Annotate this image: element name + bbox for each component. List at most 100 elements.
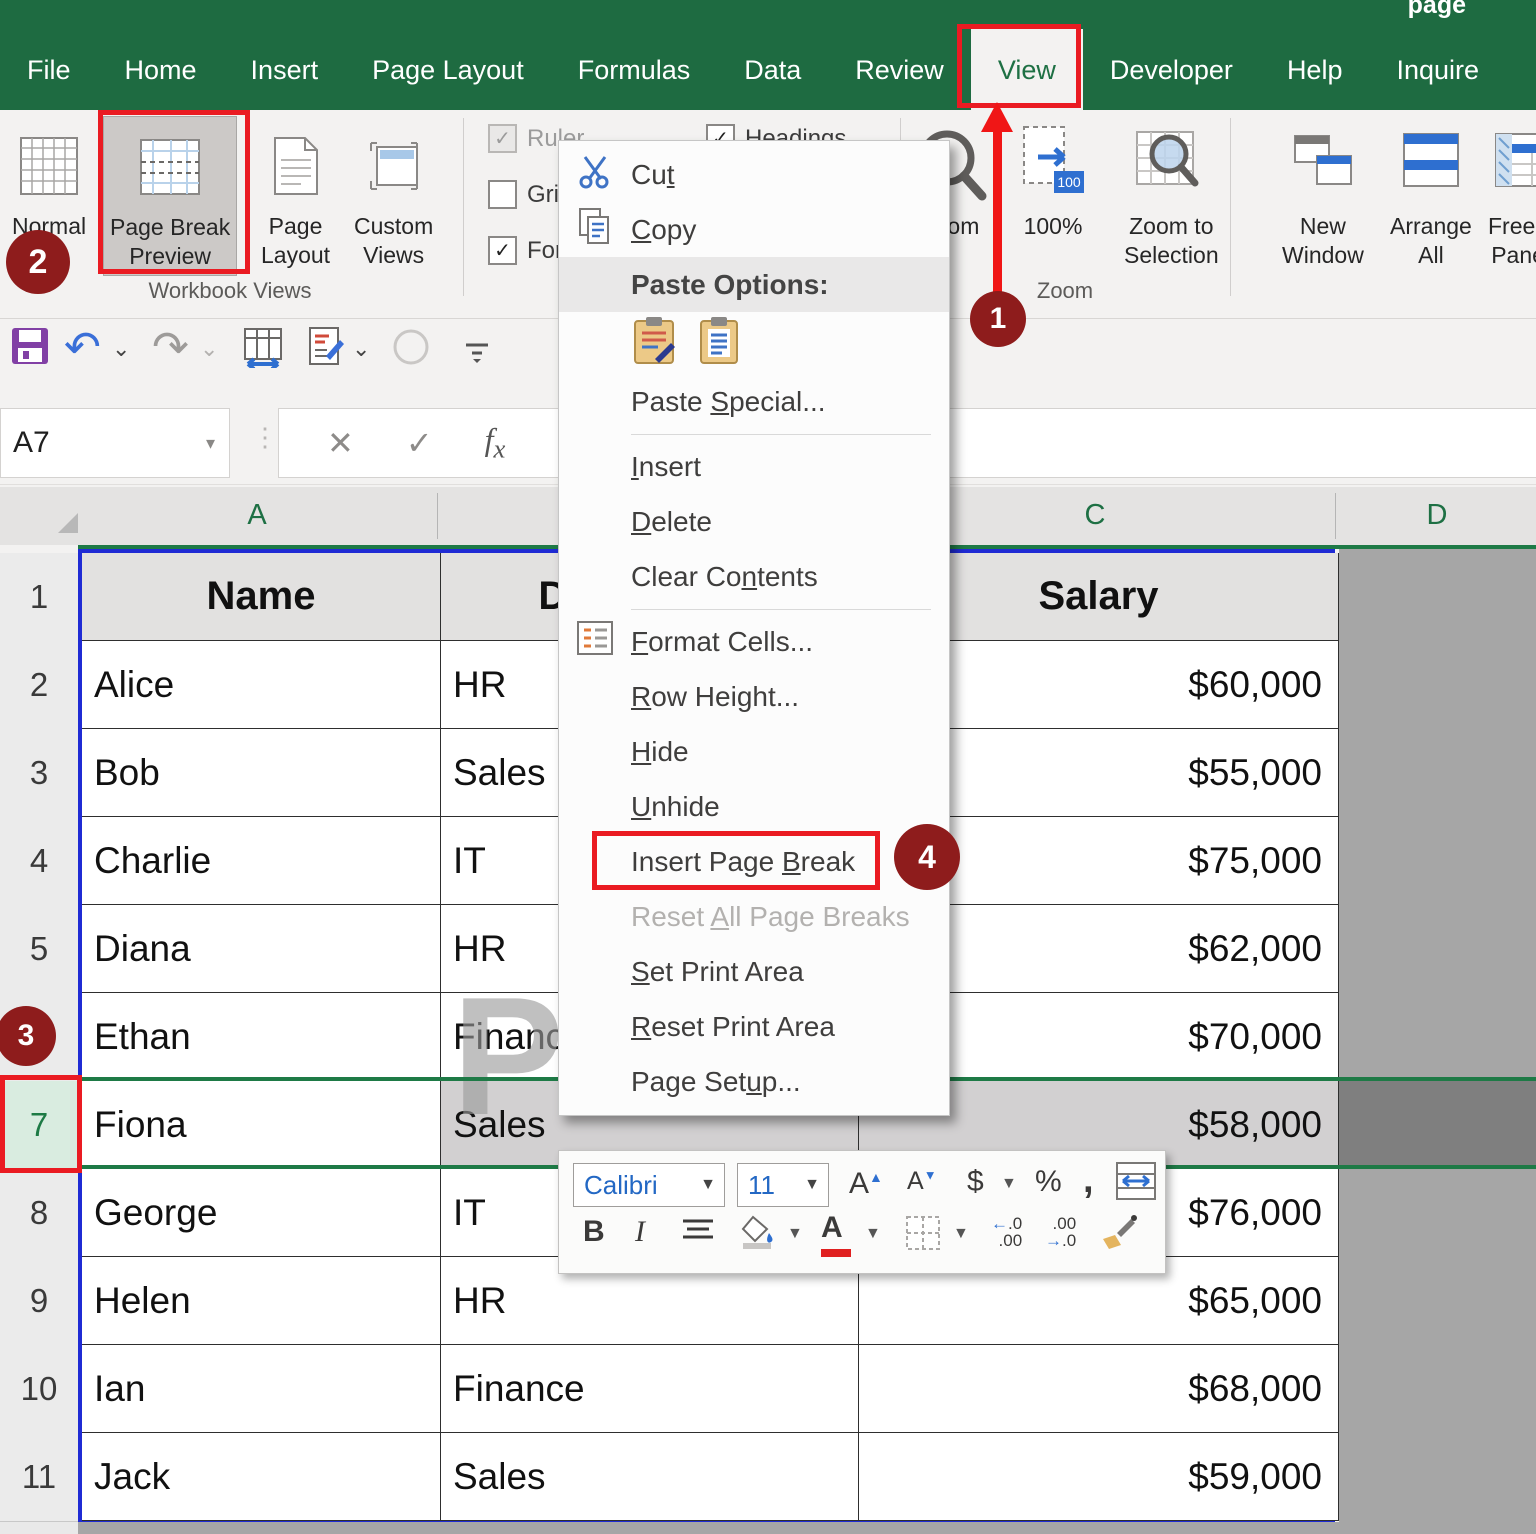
menu-item-page-setup-[interactable]: Page Setup... xyxy=(559,1054,949,1109)
button-normal[interactable]: Normal xyxy=(6,116,92,245)
tab-developer[interactable]: Developer xyxy=(1083,33,1260,110)
cell-A8[interactable]: George xyxy=(82,1169,441,1257)
column-header-a[interactable]: A xyxy=(247,499,266,532)
cell-B10[interactable]: Finance xyxy=(441,1345,859,1433)
decrease-decimal-icon[interactable]: .00→.0 xyxy=(1045,1215,1076,1249)
column-header-d[interactable]: D xyxy=(1427,499,1448,532)
font-color-icon[interactable]: A xyxy=(821,1211,851,1279)
increase-decimal-icon[interactable]: ←.0.00 xyxy=(991,1215,1022,1249)
menu-item-format-cells-[interactable]: Format Cells... xyxy=(559,614,949,669)
paste-formatting-icon[interactable] xyxy=(631,315,677,372)
menu-item-set-print-area[interactable]: Set Print Area xyxy=(559,944,949,999)
tab-file[interactable]: File xyxy=(0,33,98,110)
button-zoom-to-selection[interactable]: Zoom toSelection xyxy=(1118,116,1225,274)
tab-inquire[interactable]: Inquire xyxy=(1369,33,1506,110)
button-new-window[interactable]: NewWindow xyxy=(1276,116,1370,274)
cell-A5[interactable]: Diana xyxy=(82,905,441,993)
tab-page-layout[interactable]: Page Layout xyxy=(345,33,551,110)
borders-icon[interactable] xyxy=(905,1215,941,1259)
tab-insert[interactable]: Insert xyxy=(224,33,346,110)
save-icon[interactable] xyxy=(10,326,50,376)
cell-C10[interactable]: $68,000 xyxy=(859,1345,1339,1433)
namebox-resize-dots-icon[interactable]: ⋮ xyxy=(252,422,278,453)
menu-item-cut[interactable]: Cut xyxy=(559,147,949,202)
cell-A1[interactable]: Name xyxy=(82,553,441,641)
cell-B11[interactable]: Sales xyxy=(441,1433,859,1521)
menu-item-row-height-[interactable]: Row Height... xyxy=(559,669,949,724)
button-arrange-all[interactable]: ArrangeAll xyxy=(1384,116,1478,274)
cell-A10[interactable]: Ian xyxy=(82,1345,441,1433)
row-header-2[interactable]: 2 xyxy=(0,641,78,730)
paste-values-icon[interactable] xyxy=(697,315,741,372)
cell-A11[interactable]: Jack xyxy=(82,1433,441,1521)
tab-review[interactable]: Review xyxy=(828,33,971,110)
increase-font-icon[interactable]: A▲ xyxy=(849,1167,883,1201)
comma-style-icon[interactable]: , xyxy=(1083,1159,1094,1202)
chevron-down-icon[interactable]: ▼ xyxy=(1001,1175,1017,1193)
chevron-down-icon[interactable]: ▼ xyxy=(953,1225,969,1243)
menu-item-insert[interactable]: Insert xyxy=(559,439,949,494)
row-header-9[interactable]: 9 xyxy=(0,1257,78,1346)
menu-item-unhide[interactable]: Unhide xyxy=(559,779,949,834)
enter-icon[interactable]: ✓ xyxy=(406,424,433,462)
undo-icon[interactable]: ↶ xyxy=(64,322,101,373)
cell-A7[interactable]: Fiona xyxy=(82,1081,441,1169)
row-header-1[interactable]: 1 xyxy=(0,553,78,642)
edit-dropdown-icon[interactable]: ⌄ xyxy=(352,336,370,362)
tab-help[interactable]: Help xyxy=(1260,33,1370,110)
cell-A9[interactable]: Helen xyxy=(82,1257,441,1345)
menu-item-clear-contents[interactable]: Clear Contents xyxy=(559,549,949,604)
customize-qat-icon[interactable] xyxy=(462,330,492,375)
paste-options-icons xyxy=(559,312,949,374)
insert-function-icon[interactable]: fx xyxy=(485,421,506,464)
redo-dropdown-icon[interactable]: ⌄ xyxy=(200,336,218,362)
row-header-8[interactable]: 8 xyxy=(0,1169,78,1258)
row-header-3[interactable]: 3 xyxy=(0,729,78,818)
bold-icon[interactable]: B xyxy=(583,1215,605,1249)
tab-data[interactable]: Data xyxy=(717,33,828,110)
menu-item-hide[interactable]: Hide xyxy=(559,724,949,779)
undo-dropdown-icon[interactable]: ⌄ xyxy=(112,336,130,362)
menu-item-paste-special-[interactable]: Paste Special... xyxy=(559,374,949,429)
fill-color-icon[interactable] xyxy=(739,1213,779,1259)
row-header-11[interactable]: 11 xyxy=(0,1433,78,1522)
button-custom-views[interactable]: CustomViews xyxy=(348,116,439,274)
chevron-down-icon[interactable]: ▼ xyxy=(865,1225,881,1243)
cell-A6[interactable]: Ethan xyxy=(82,993,441,1081)
menu-item-reset-print-area[interactable]: Reset Print Area xyxy=(559,999,949,1054)
select-all-corner[interactable] xyxy=(58,513,78,533)
cancel-icon[interactable]: ✕ xyxy=(327,424,354,462)
cell-A3[interactable]: Bob xyxy=(82,729,441,817)
column-width-icon[interactable] xyxy=(242,326,284,378)
tab-home[interactable]: Home xyxy=(98,33,224,110)
name-box-dropdown-icon[interactable]: ▾ xyxy=(206,433,215,454)
name-box[interactable]: A7 ▾ xyxy=(0,408,230,478)
percent-style-icon[interactable]: % xyxy=(1035,1165,1062,1199)
font-name-select[interactable]: Calibri ▼ xyxy=(573,1163,725,1207)
merge-center-icon[interactable] xyxy=(1115,1161,1157,1209)
cell-A2[interactable]: Alice xyxy=(82,641,441,729)
center-align-icon[interactable] xyxy=(681,1217,715,1253)
button-freeze-panes[interactable]: FreezePanes xyxy=(1482,116,1536,274)
menu-item-delete[interactable]: Delete xyxy=(559,494,949,549)
chevron-down-icon[interactable]: ▼ xyxy=(787,1225,803,1243)
circle-icon[interactable] xyxy=(392,328,430,376)
cell-C11[interactable]: $59,000 xyxy=(859,1433,1339,1521)
format-painter-icon[interactable] xyxy=(1099,1213,1139,1259)
column-header-c[interactable]: C xyxy=(1085,499,1106,532)
row-header-5[interactable]: 5 xyxy=(0,905,78,994)
button-page-layout[interactable]: PageLayout xyxy=(255,116,336,274)
cell-A4[interactable]: Charlie xyxy=(82,817,441,905)
redo-icon[interactable]: ↷ xyxy=(152,322,189,373)
tab-formulas[interactable]: Formulas xyxy=(551,33,718,110)
italic-icon[interactable]: I xyxy=(635,1215,645,1249)
button-100-[interactable]: 100100% xyxy=(1014,116,1092,245)
outside-print-area[interactable] xyxy=(1339,549,1536,1522)
accounting-format-icon[interactable]: $ xyxy=(967,1165,984,1199)
decrease-font-icon[interactable]: A▼ xyxy=(907,1167,937,1196)
row-header-10[interactable]: 10 xyxy=(0,1345,78,1434)
menu-item-copy[interactable]: Copy xyxy=(559,202,949,257)
font-size-select[interactable]: 11 ▼ xyxy=(737,1163,829,1207)
row-header-4[interactable]: 4 xyxy=(0,817,78,906)
edit-document-icon[interactable] xyxy=(306,326,346,376)
